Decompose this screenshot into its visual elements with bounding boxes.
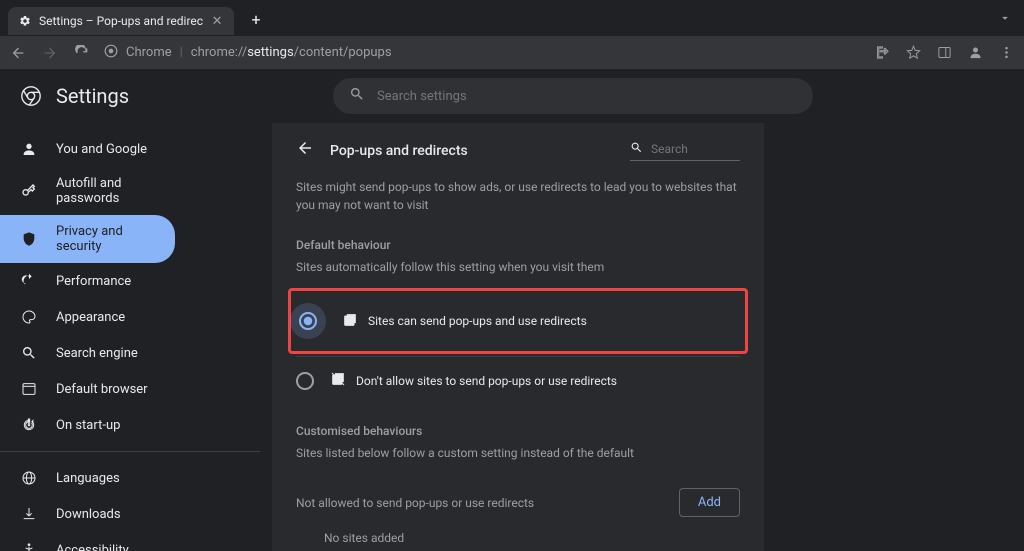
sidebar-item-label: On start-up [56, 418, 120, 433]
panel-icon[interactable] [937, 45, 952, 60]
close-icon[interactable]: ✕ [210, 14, 224, 28]
radio-unselected-icon [296, 372, 314, 390]
chrome-logo-icon [20, 85, 42, 107]
gear-icon [18, 14, 32, 28]
sidebar-item-default-browser[interactable]: Default browser [0, 371, 175, 407]
menu-icon[interactable] [999, 45, 1014, 60]
bookmark-icon[interactable] [906, 45, 921, 60]
content-search[interactable] [630, 141, 740, 161]
browser-tab-bar: Settings – Pop-ups and redirec ✕ + [0, 0, 1024, 35]
default-behaviour-title: Default behaviour [296, 238, 740, 252]
content-search-input[interactable] [651, 142, 731, 156]
not-allowed-title: Not allowed to send pop-ups or use redir… [296, 496, 534, 510]
divider [296, 356, 740, 357]
download-icon [20, 505, 38, 523]
popup-block-icon [330, 371, 346, 390]
content-title: Pop-ups and redirects [330, 143, 614, 159]
key-icon [20, 182, 38, 200]
radio-selected-icon [299, 312, 317, 330]
sidebar-item-label: You and Google [56, 142, 147, 157]
sidebar-item-label: Search engine [56, 346, 138, 361]
sidebar-item-you-and-google[interactable]: You and Google [0, 131, 175, 167]
chrome-icon [104, 44, 118, 62]
add-not-allowed-button[interactable]: Add [679, 488, 740, 517]
radio-label-text: Sites can send pop-ups and use redirects [368, 314, 587, 328]
sidebar-item-label: Privacy and security [56, 224, 155, 254]
no-sites-text: No sites added [296, 531, 740, 545]
back-arrow-icon[interactable] [296, 139, 314, 162]
sidebar-item-label: Downloads [56, 507, 121, 522]
sidebar-item-label: Languages [56, 471, 120, 486]
forward-icon[interactable] [42, 45, 58, 61]
settings-header: Settings [0, 69, 1024, 123]
sidebar-item-downloads[interactable]: Downloads [0, 496, 175, 532]
sidebar-item-autofill[interactable]: Autofill and passwords [0, 167, 175, 215]
custom-behaviours-title: Customised behaviours [296, 424, 740, 438]
sidebar-item-label: Autofill and passwords [56, 176, 155, 206]
sidebar-item-label: Accessibility [56, 543, 129, 551]
back-icon[interactable] [10, 45, 26, 61]
sidebar-item-search-engine[interactable]: Search engine [0, 335, 175, 371]
custom-behaviours-subtitle: Sites listed below follow a custom setti… [296, 446, 740, 460]
page-title: Settings [56, 84, 129, 108]
address-bar: Chrome | chrome://settings/content/popup… [0, 35, 1024, 69]
palette-icon [20, 308, 38, 326]
sidebar-item-label: Performance [56, 274, 131, 289]
globe-icon [20, 469, 38, 487]
sidebar-item-privacy[interactable]: Privacy and security [0, 215, 175, 263]
tab-title: Settings – Pop-ups and redirec [39, 14, 203, 28]
share-icon[interactable] [875, 45, 890, 60]
browser-tab[interactable]: Settings – Pop-ups and redirec ✕ [8, 7, 234, 35]
popup-allow-icon [342, 312, 358, 331]
chevron-down-icon[interactable] [998, 11, 1012, 35]
sidebar-item-startup[interactable]: On start-up [0, 407, 175, 443]
speedometer-icon [20, 272, 38, 290]
search-icon [349, 86, 365, 106]
content-panel: Pop-ups and redirects Sites might send p… [272, 123, 764, 551]
sidebar-item-appearance[interactable]: Appearance [0, 299, 175, 335]
address-field[interactable]: Chrome | chrome://settings/content/popup… [104, 44, 861, 62]
sidebar-item-performance[interactable]: Performance [0, 263, 175, 299]
sidebar-item-accessibility[interactable]: Accessibility [0, 532, 175, 551]
divider [0, 451, 260, 452]
url-text: chrome://settings/content/popups [191, 45, 392, 60]
new-tab-button[interactable]: + [242, 5, 270, 33]
browser-icon [20, 380, 38, 398]
shield-icon [20, 230, 38, 248]
sidebar: You and Google Autofill and passwords Pr… [0, 123, 260, 551]
settings-search-input[interactable] [377, 89, 797, 104]
search-icon [630, 141, 643, 158]
radio-allow-popups[interactable]: Sites can send pop-ups and use redirects [299, 291, 737, 351]
default-behaviour-subtitle: Sites automatically follow this setting … [296, 260, 740, 274]
reload-icon[interactable] [74, 45, 90, 61]
radio-label-text: Don't allow sites to send pop-ups or use… [356, 374, 617, 388]
sidebar-item-languages[interactable]: Languages [0, 460, 175, 496]
radio-block-popups[interactable]: Don't allow sites to send pop-ups or use… [296, 359, 740, 402]
sidebar-item-label: Appearance [56, 310, 125, 325]
profile-icon[interactable] [968, 45, 983, 60]
description-text: Sites might send pop-ups to show ads, or… [296, 178, 740, 214]
power-icon [20, 416, 38, 434]
settings-search[interactable] [333, 78, 813, 114]
url-prefix: Chrome [126, 45, 172, 60]
search-icon [20, 344, 38, 362]
accessibility-icon [20, 541, 38, 551]
sidebar-item-label: Default browser [56, 382, 148, 397]
highlighted-option: Sites can send pop-ups and use redirects [288, 288, 748, 354]
person-icon [20, 140, 38, 158]
